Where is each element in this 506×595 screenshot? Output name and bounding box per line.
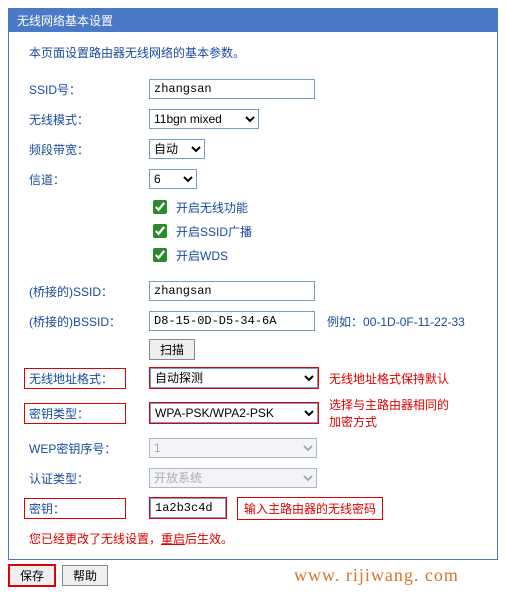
ssid-input[interactable] <box>149 79 315 99</box>
watermark: www. rijiwang. com <box>294 565 459 586</box>
auth-type-select: 开放系统 <box>149 468 317 488</box>
scan-button[interactable]: 扫描 <box>149 339 195 360</box>
key-type-select[interactable]: WPA-PSK/WPA2-PSK <box>150 403 318 423</box>
enable-ssid-broadcast-label: 开启SSID广播 <box>176 223 252 240</box>
bridge-ssid-input[interactable] <box>149 281 315 301</box>
bssid-example: 例如：00-1D-0F-11-22-33 <box>327 313 465 330</box>
warning-text: 您已经更改了无线设置，重启后生效。 <box>29 530 477 547</box>
enable-wds-checkbox[interactable] <box>153 248 167 262</box>
panel-title: 无线网络基本设置 <box>9 9 497 32</box>
bandwidth-label: 频段带宽： <box>29 141 149 158</box>
wep-index-select: 1 <box>149 438 317 458</box>
ssid-label: SSID号： <box>29 81 149 98</box>
settings-panel: 无线网络基本设置 本页面设置路由器无线网络的基本参数。 SSID号： 无线模式：… <box>8 8 498 560</box>
enable-ssid-broadcast-checkbox[interactable] <box>153 224 167 238</box>
channel-select[interactable]: 6 <box>149 169 197 189</box>
bridge-ssid-label: (桥接的)SSID： <box>29 283 149 300</box>
mode-label: 无线模式： <box>29 111 149 128</box>
wep-index-label: WEP密钥序号： <box>29 440 149 457</box>
key-type-annotation: 选择与主路由器相同的加密方式 <box>329 396 459 430</box>
key-type-label: 密钥类型： <box>24 403 126 424</box>
enable-wireless-checkbox[interactable] <box>153 200 167 214</box>
channel-label: 信道： <box>29 171 149 188</box>
bridge-bssid-input[interactable] <box>149 311 315 331</box>
key-input[interactable] <box>150 498 226 518</box>
bridge-bssid-label: (桥接的)BSSID： <box>29 313 149 330</box>
enable-wds-label: 开启WDS <box>176 247 228 264</box>
bandwidth-select[interactable]: 自动 <box>149 139 205 159</box>
intro-text: 本页面设置路由器无线网络的基本参数。 <box>29 44 477 61</box>
addr-format-annotation: 无线地址格式保持默认 <box>329 370 449 387</box>
addr-format-select[interactable]: 自动探测 <box>150 368 318 388</box>
restart-link[interactable]: 重启 <box>161 532 185 546</box>
mode-select[interactable]: 11bgn mixed <box>149 109 259 129</box>
save-button[interactable]: 保存 <box>8 564 56 587</box>
addr-format-label: 无线地址格式： <box>24 368 126 389</box>
panel-body: 本页面设置路由器无线网络的基本参数。 SSID号： 无线模式： 11bgn mi… <box>9 32 497 559</box>
help-button[interactable]: 帮助 <box>62 565 108 586</box>
key-annotation: 输入主路由器的无线密码 <box>237 497 383 520</box>
enable-wireless-label: 开启无线功能 <box>176 199 248 216</box>
key-label: 密钥： <box>24 498 126 519</box>
auth-type-label: 认证类型： <box>29 470 149 487</box>
